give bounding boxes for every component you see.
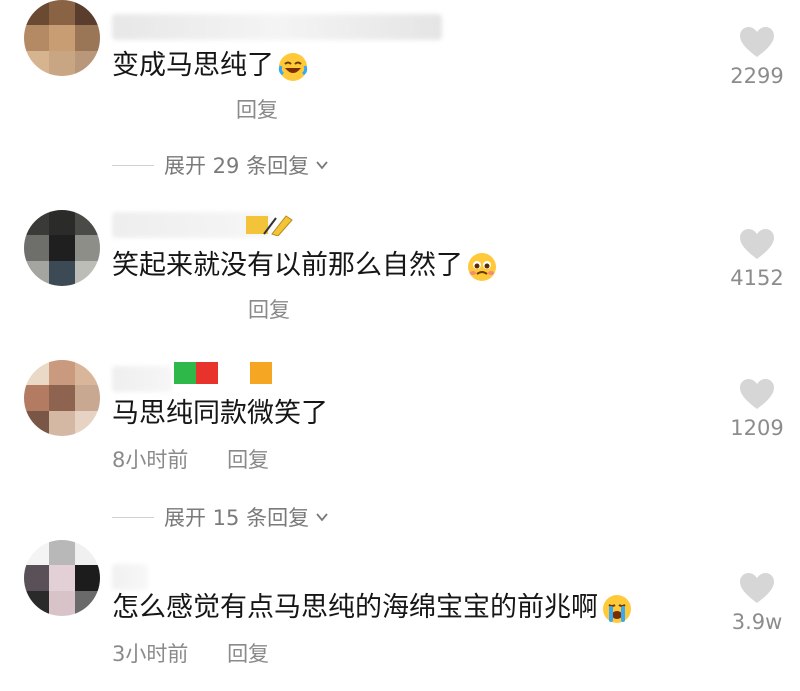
like-group: 2299 [720, 26, 794, 88]
username-blurred[interactable] [112, 14, 442, 40]
comment-text: 马思纯同款微笑了 [112, 398, 328, 429]
badge-orange [250, 362, 272, 384]
comment-text: 笑起来就没有以前那么自然了 [112, 248, 497, 284]
reply-link[interactable]: 回复 [236, 98, 278, 122]
laughing-crying-emoji [278, 52, 308, 81]
heart-icon[interactable] [739, 228, 775, 260]
reply-link[interactable]: 回复 [248, 298, 290, 322]
expand-replies-button[interactable]: 展开 29 条回复 [112, 150, 329, 180]
like-group: 1209 [720, 378, 794, 440]
username-blurred[interactable] [112, 564, 148, 590]
expand-replies-label: 展开 15 条回复 [164, 506, 310, 530]
user-badge [250, 362, 272, 384]
comment-meta: 8小时前 回复 [112, 446, 269, 474]
user-badge [246, 212, 302, 236]
like-count: 1209 [730, 416, 784, 440]
comment-meta: 回复 [236, 96, 278, 124]
comment-meta: 回复 [248, 296, 290, 324]
divider [112, 516, 154, 518]
pencil-badge-icon [246, 215, 293, 236]
timestamp: 8小时前 [112, 448, 189, 472]
reply-link[interactable]: 回复 [227, 448, 269, 472]
pleading-face-emoji [468, 252, 496, 281]
like-count: 3.9w [731, 610, 783, 634]
user-badge [174, 362, 218, 384]
heart-icon[interactable] [739, 378, 775, 410]
heart-icon[interactable] [739, 26, 775, 58]
divider [112, 164, 154, 166]
loudly-crying-emoji [603, 594, 631, 623]
badge-green [174, 362, 196, 384]
chevron-down-icon [316, 513, 328, 522]
expand-replies-label: 展开 29 条回复 [164, 154, 310, 178]
comment-text: 变成马思纯了 [112, 48, 308, 84]
expand-replies-button[interactable]: 展开 15 条回复 [112, 502, 329, 532]
avatar[interactable] [24, 540, 100, 616]
comment-meta: 3小时前 回复 [112, 640, 269, 668]
like-count: 4152 [730, 266, 784, 290]
comment-list: 变成马思纯了 回复 展开 29 条回复 2299 笑起来就没有以前那么自然了 回… [0, 0, 800, 691]
chevron-down-icon [316, 161, 328, 170]
like-group: 3.9w [720, 572, 794, 634]
badge-red [196, 362, 218, 384]
avatar[interactable] [24, 360, 100, 436]
username-blurred[interactable] [112, 366, 172, 392]
like-group: 4152 [720, 228, 794, 290]
heart-icon[interactable] [739, 572, 775, 604]
avatar[interactable] [24, 0, 100, 76]
comment-text: 怎么感觉有点马思纯的海绵宝宝的前兆啊 [112, 590, 632, 626]
like-count: 2299 [730, 64, 784, 88]
timestamp: 3小时前 [112, 642, 189, 666]
reply-link[interactable]: 回复 [227, 642, 269, 666]
avatar[interactable] [24, 210, 100, 286]
